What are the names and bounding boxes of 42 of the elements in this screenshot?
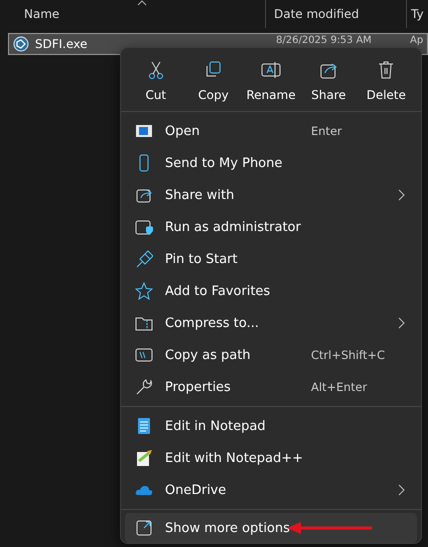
application-icon <box>13 36 29 52</box>
menu-item[interactable]: Send to My Phone <box>125 147 417 179</box>
shortcut-text: Ctrl+Shift+C <box>311 348 386 362</box>
menu-item[interactable]: Copy as path Ctrl+Shift+C <box>125 339 417 371</box>
menu-item[interactable]: Properties Alt+Enter <box>125 371 417 403</box>
menu-item[interactable]: Edit in Notepad <box>125 410 417 442</box>
action-button[interactable]: Delete <box>357 58 415 108</box>
date-modified: 8/26/2025 9:53 AM <box>275 35 373 46</box>
column-header[interactable]: Name <box>0 0 265 28</box>
action-button[interactable]: Rename <box>242 58 300 108</box>
path-icon <box>135 346 153 364</box>
menu-item[interactable]: Compress to... <box>125 307 417 339</box>
file-type: Ap <box>409 35 424 46</box>
chevron-icon <box>398 484 405 496</box>
menu-item[interactable]: Share with <box>125 179 417 211</box>
pin-icon <box>135 250 153 268</box>
star-icon <box>135 282 153 300</box>
chevron-icon <box>398 317 405 329</box>
notepad-pen-icon <box>135 449 153 467</box>
rename-icon <box>260 60 281 80</box>
notepad-icon <box>135 417 153 435</box>
action-button[interactable]: Share <box>300 58 358 108</box>
column-header[interactable]: Ty <box>406 0 428 28</box>
sort-caret-icon <box>137 0 147 6</box>
menu-item[interactable]: OneDrive <box>125 474 417 506</box>
menu-item[interactable]: Show more options <box>125 513 417 543</box>
menu-item[interactable]: Run as administrator <box>125 211 417 243</box>
shortcut-text: Enter <box>311 124 343 138</box>
chevron-icon <box>398 189 405 201</box>
menu-item[interactable]: Add to Favorites <box>125 275 417 307</box>
column-header[interactable]: Date modified <box>265 0 406 28</box>
window-icon <box>135 122 153 140</box>
action-button[interactable]: Copy <box>184 58 242 108</box>
wrench-icon <box>135 378 153 396</box>
file-name: SDFI.exe <box>35 37 88 51</box>
expand-icon <box>135 519 153 537</box>
menu-item[interactable]: Edit with Notepad++ <box>125 442 417 474</box>
action-button[interactable]: Cut <box>127 58 185 108</box>
menu-item[interactable]: Pin to Start <box>125 243 417 275</box>
shield-window-icon <box>135 218 153 236</box>
menu-item[interactable]: Open Enter <box>125 115 417 147</box>
shortcut-text: Alt+Enter <box>311 380 368 394</box>
